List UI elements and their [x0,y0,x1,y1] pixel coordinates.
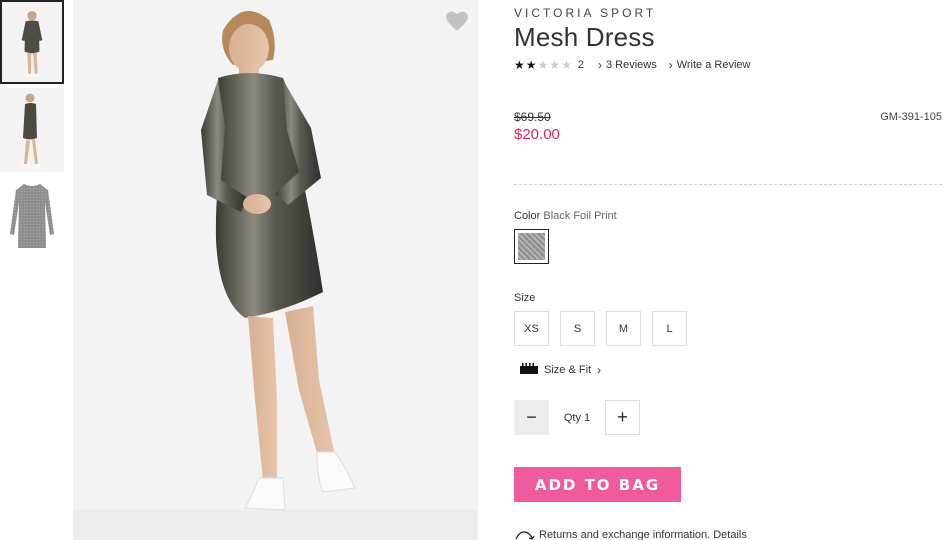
size-fit-link[interactable]: Size & Fit › [520,363,602,377]
reviews-link[interactable]: › 3 Reviews [598,59,657,71]
sale-price: $20.00 [514,126,560,143]
color-label: Color Black Foil Print [514,210,617,222]
star-empty-icon: ★ [561,58,572,72]
reviews-link-label: 3 Reviews [605,59,657,71]
chevron-right-icon: › [597,58,602,72]
product-main-image[interactable] [73,0,478,540]
color-swatch-black-foil[interactable] [514,229,549,264]
original-price: $69.50 [514,110,551,124]
quantity-value: 1 [584,411,591,424]
size-button-l[interactable]: L [652,311,687,346]
add-to-bag-button[interactable]: ADD TO BAG [514,467,681,502]
quantity-decrease-button[interactable]: − [514,400,549,435]
rating-row: ★ ★ ★ ★ ★ 2 › 3 Reviews › Write a Review [514,58,762,72]
quantity-stepper: − Qty 1 + [514,400,640,435]
color-selected-value: Black Foil Print [543,210,617,222]
quantity-label: Qty [563,411,581,424]
product-details: VICTORIA SPORT Mesh Dress ★ ★ ★ ★ ★ 2 › … [514,0,942,540]
product-title: Mesh Dress [514,22,655,52]
size-button-m[interactable]: M [606,311,641,346]
return-arrow-icon [515,531,535,540]
write-review-label: Write a Review [676,59,751,71]
chevron-right-icon: › [597,363,602,377]
star-empty-icon: ★ [537,58,549,72]
size-button-xs[interactable]: XS [514,311,549,346]
rating-count: 2 [577,59,584,71]
star-rating: ★ ★ ★ ★ ★ [514,59,572,71]
star-empty-icon: ★ [549,58,561,72]
write-review-link[interactable]: › Write a Review [669,59,751,71]
quantity-display: Qty 1 [549,412,605,424]
ruler-icon [520,363,538,374]
product-sku: GM-391-105 [880,111,942,123]
model-image [73,0,478,540]
star-filled-icon: ★ [525,58,537,72]
size-button-s[interactable]: S [560,311,595,346]
quantity-increase-button[interactable]: + [605,400,640,435]
thumbnail-front-view[interactable] [0,0,64,84]
heart-icon[interactable] [444,8,470,34]
size-fit-label: Size & Fit [544,364,592,376]
brand-name: VICTORIA SPORT [514,6,657,20]
chevron-right-icon: › [668,58,673,72]
returns-info: Returns and exchange information. Detail… [514,529,747,540]
swatch-pattern [518,233,545,260]
color-label-text: Color [514,210,541,222]
star-filled-icon: ★ [514,58,525,72]
divider [514,184,942,185]
thumbnail-flat-lay[interactable] [0,176,64,260]
size-options: XS S M L [514,311,687,346]
returns-details-link[interactable]: Details [713,529,747,540]
size-label: Size [514,292,536,304]
thumbnail-side-view[interactable] [0,88,64,172]
returns-text: Returns and exchange information. [539,529,711,540]
